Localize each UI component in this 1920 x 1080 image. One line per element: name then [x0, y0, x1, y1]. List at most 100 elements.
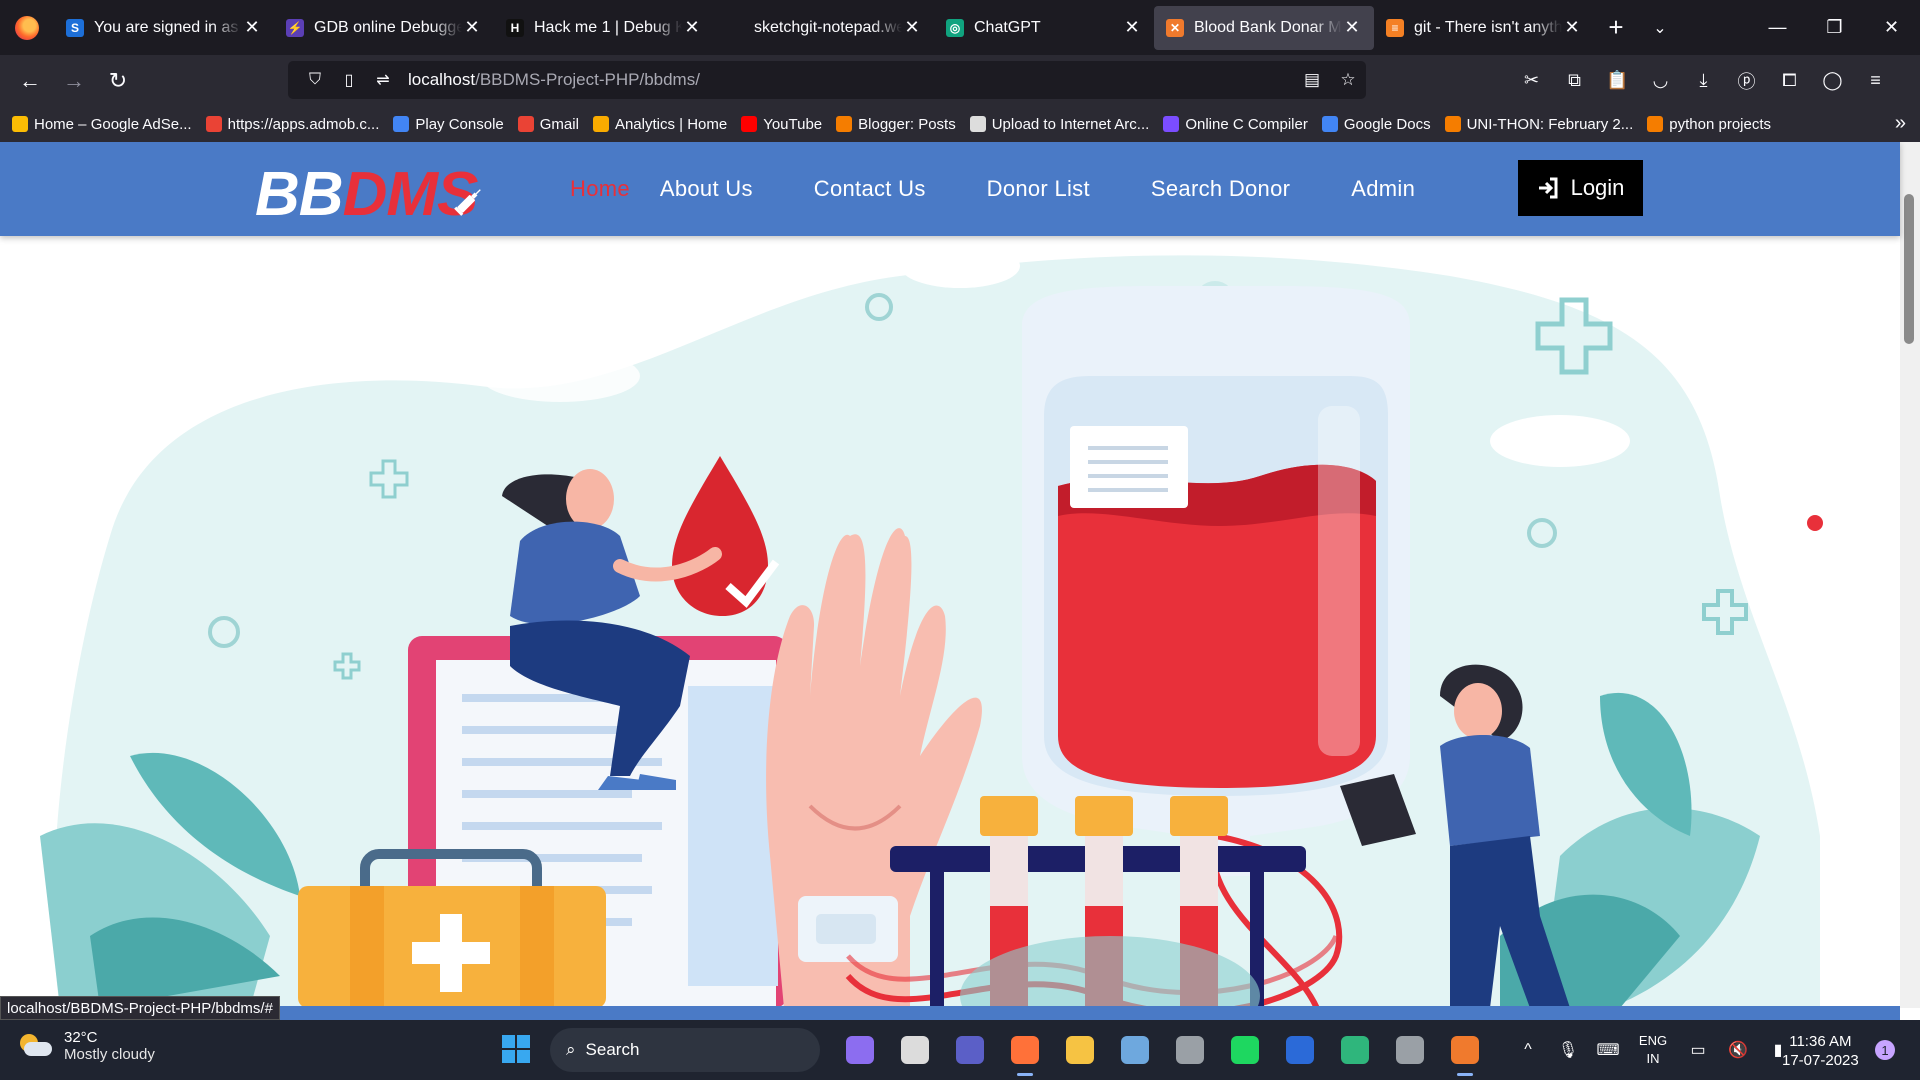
bookmark-star-icon[interactable]: ☆ [1330, 70, 1366, 90]
bookmark-item[interactable]: python projects [1647, 116, 1771, 133]
bookmark-item[interactable]: Analytics | Home [592, 116, 727, 133]
meet-icon[interactable] [942, 1028, 997, 1072]
browser-tab[interactable]: H Hack me 1 | Debug Kin ✕ [494, 6, 714, 50]
volume-muted-icon[interactable]: 🔇 [1718, 1040, 1758, 1060]
language-indicator[interactable]: ENG IN [1628, 1032, 1678, 1068]
permissions-icon[interactable]: ⇌ [366, 70, 400, 90]
scrollbar-thumb[interactable] [1904, 194, 1914, 344]
close-tab-icon[interactable]: ✕ [1562, 17, 1582, 38]
browser-tab[interactable]: sketchgit-notepad.web.app✕ [714, 6, 934, 50]
firefox-menu-icon[interactable] [0, 0, 54, 55]
copy-icon[interactable]: ⧉ [1553, 70, 1596, 91]
tab-favicon-icon: ◎ [946, 18, 964, 37]
bookmark-item[interactable]: Google Docs [1321, 116, 1431, 133]
nav-link-contact-us[interactable]: Contact Us [814, 176, 926, 202]
browser-tab[interactable]: ⚡ GDB online Debugger ✕ [274, 6, 494, 50]
close-tab-icon[interactable]: ✕ [242, 17, 262, 38]
app-menu-icon[interactable]: ≡ [1854, 70, 1897, 91]
show-hidden-icons[interactable]: ^ [1508, 1041, 1548, 1059]
syringe-icon [454, 189, 481, 216]
tracking-protection-icon[interactable]: ⛉ [298, 71, 332, 89]
bookmark-item[interactable]: Gmail [517, 116, 579, 133]
file-explorer-icon[interactable] [1052, 1028, 1107, 1072]
photos-icon[interactable] [1107, 1028, 1162, 1072]
bookmark-item[interactable]: Online C Compiler [1163, 116, 1308, 133]
nav-link-about-us[interactable]: About Us [660, 176, 753, 202]
browser-tab[interactable]: ◎ ChatGPT ✕ [934, 6, 1154, 50]
list-all-tabs-button[interactable]: ⌄ [1638, 18, 1682, 38]
task-view-icon[interactable] [887, 1028, 942, 1072]
app-glyph [1450, 1036, 1479, 1064]
app-glyph [1120, 1036, 1149, 1064]
bookmark-item[interactable]: Upload to Internet Arc... [969, 116, 1149, 133]
page-info-icon[interactable]: ▯ [332, 70, 366, 90]
bookmark-label: UNI-THON: February 2... [1466, 115, 1634, 133]
browser-tab[interactable]: ✕Blood Bank Donar Mana✕ [1154, 5, 1374, 50]
back-icon[interactable]: ← [8, 63, 52, 99]
app-glyph [1230, 1036, 1259, 1064]
bookmark-item[interactable]: Play Console [393, 116, 504, 133]
close-tab-icon[interactable]: ✕ [902, 17, 922, 38]
close-tab-icon[interactable]: ✕ [1342, 17, 1362, 38]
bookmark-item[interactable]: UNI-THON: February 2... [1444, 115, 1634, 133]
cut-icon[interactable]: ✂ [1510, 70, 1553, 91]
taskbar-search[interactable]: ⌕ Search [550, 1028, 820, 1072]
new-tab-button[interactable]: + [1594, 12, 1638, 43]
notification-badge[interactable]: 1 [1875, 1040, 1895, 1060]
extensions-icon[interactable]: ⧠ [1768, 70, 1811, 91]
spotify-icon[interactable] [1217, 1028, 1272, 1072]
close-tab-icon[interactable]: ✕ [462, 17, 482, 38]
nav-link-donor-list[interactable]: Donor List [987, 176, 1090, 202]
bookmark-item[interactable]: https://apps.admob.c... [205, 116, 379, 133]
restore-icon[interactable]: ❐ [1806, 17, 1863, 38]
mouse-extension-icon[interactable]: ◯ [1811, 70, 1854, 91]
reader-view-icon[interactable]: ▤ [1294, 70, 1330, 90]
reload-icon[interactable]: ↻ [96, 63, 140, 99]
system-tray: ^ 🎙 ⌨ ENG IN ▭ 🔇 ▮ [1508, 1020, 1798, 1080]
main-menu: Home About Us Contact Us Donor List Search D… [570, 142, 1476, 236]
nav-link-admin[interactable]: Admin [1351, 176, 1415, 202]
downloads-icon[interactable]: ⤓ [1682, 70, 1725, 91]
xampp-icon[interactable] [1437, 1028, 1492, 1076]
bookmark-item[interactable]: Home – Google AdSe... [12, 116, 192, 133]
profile-icon[interactable]: ⓟ [1725, 68, 1768, 94]
app-glyph [900, 1036, 929, 1064]
word-icon[interactable] [1272, 1028, 1327, 1072]
pocket-icon[interactable]: ◡ [1639, 70, 1682, 91]
bookmark-item[interactable]: YouTube [741, 116, 822, 133]
bookmark-favicon-icon [1647, 116, 1664, 132]
login-button[interactable]: Login [1518, 160, 1643, 216]
firefox-icon[interactable] [997, 1028, 1052, 1076]
browser-tab[interactable]: S You are signed in as 2l ✕ [54, 6, 274, 50]
keyboard-icon[interactable]: ⌨ [1588, 1040, 1628, 1060]
bookmark-favicon-icon [836, 116, 853, 132]
nav-link-home[interactable]: Home [570, 176, 630, 202]
close-tab-icon[interactable]: ✕ [682, 17, 702, 38]
clipboard-icon[interactable]: 📋 [1596, 70, 1639, 91]
tab-favicon-icon: H [506, 18, 524, 37]
site-logo[interactable]: BBDMS [255, 159, 478, 230]
weather-widget[interactable]: 32°C Mostly cloudy [18, 1029, 155, 1063]
camera-icon[interactable] [1162, 1028, 1217, 1072]
tab-title: sketchgit-notepad.web.app [754, 18, 902, 36]
minimize-icon[interactable]: — [1749, 17, 1806, 38]
bookmark-item[interactable]: Blogger: Posts [836, 116, 956, 133]
clock[interactable]: 11:36 AM 17-07-2023 [1782, 1032, 1859, 1070]
url-text[interactable]: localhost/BBDMS-Project-PHP/bbdms/ [408, 70, 700, 90]
close-tab-icon[interactable]: ✕ [1122, 17, 1142, 38]
edge-icon[interactable] [1327, 1028, 1382, 1072]
nav-link-search-donor[interactable]: Search Donor [1151, 176, 1290, 202]
network-icon[interactable]: ▭ [1678, 1040, 1718, 1060]
more-bookmarks-icon[interactable]: » [1895, 112, 1906, 135]
tab-favicon-icon: ✕ [1166, 18, 1184, 37]
microphone-icon[interactable]: 🎙 [1548, 1040, 1588, 1060]
address-bar[interactable]: ⛉ ▯ ⇌ localhost/BBDMS-Project-PHP/bbdms/… [288, 61, 1366, 99]
browser-tab[interactable]: ≡ git - There isn't anything✕ [1374, 6, 1594, 50]
bookmark-label: Home – Google AdSe... [34, 115, 192, 133]
settings-icon[interactable] [1382, 1028, 1437, 1072]
copilot-icon[interactable] [832, 1028, 887, 1072]
forward-icon[interactable]: → [52, 63, 96, 99]
close-window-icon[interactable]: ✕ [1863, 17, 1920, 38]
start-button[interactable] [502, 1035, 530, 1063]
tab-title: Hack me 1 | Debug Kin [534, 18, 682, 36]
